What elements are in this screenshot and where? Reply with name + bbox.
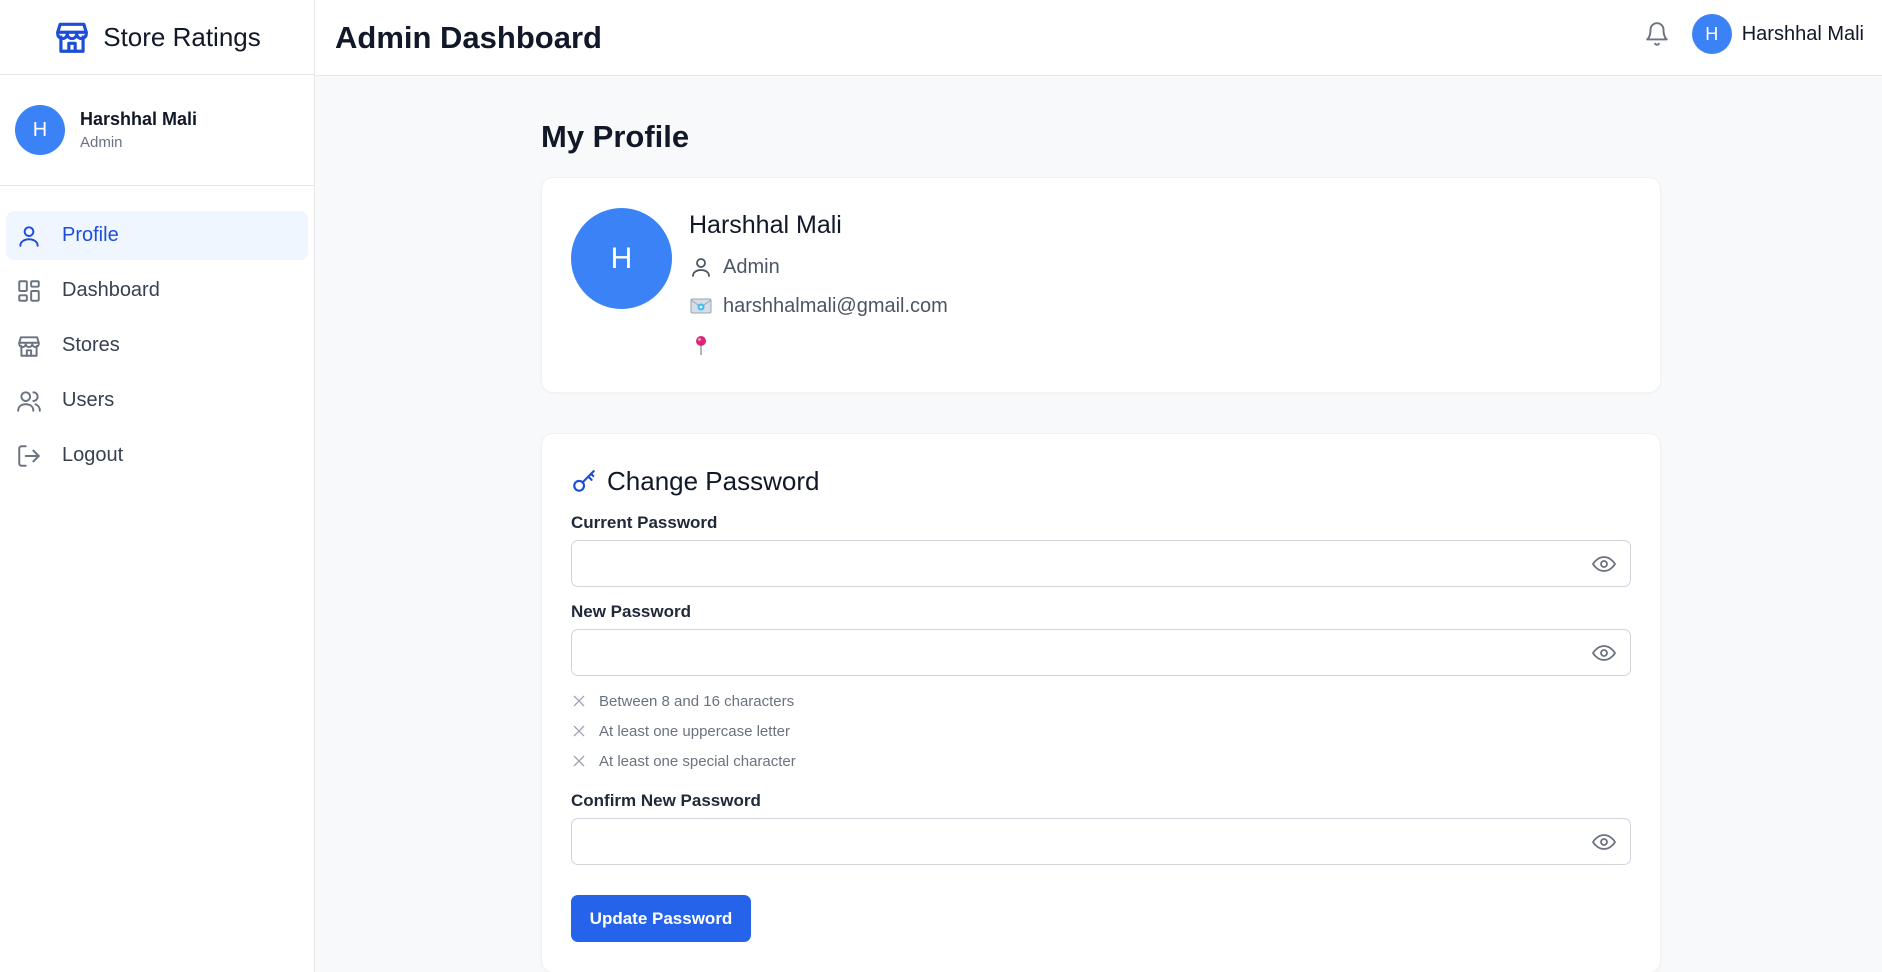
new-password-input[interactable] [572, 630, 1630, 675]
store-icon [56, 22, 89, 53]
sidebar-item-label: Stores [62, 334, 120, 356]
current-password-field [571, 540, 1631, 587]
profile-email: harshhalmali@gmail.com [723, 294, 948, 317]
x-icon [573, 695, 585, 707]
sidebar: Store Ratings H Harshhal Mali Admin Prof… [0, 0, 315, 972]
profile-role: Admin [723, 255, 780, 278]
bell-icon[interactable] [1644, 21, 1670, 47]
logout-icon [18, 444, 40, 467]
eye-icon[interactable] [1592, 830, 1616, 854]
change-password-title: Change Password [607, 466, 820, 496]
requirement-text: At least one uppercase letter [599, 722, 790, 740]
header-actions: H Harshhal Mali [1644, 14, 1864, 54]
sidebar-item-dashboard[interactable]: Dashboard [6, 266, 308, 315]
page-title: My Profile [541, 119, 690, 154]
password-requirements: Between 8 and 16 characters At least one… [571, 686, 1631, 776]
change-password-card: Change Password Current Password New Pas… [541, 433, 1661, 972]
sidebar-item-profile[interactable]: Profile [6, 211, 308, 260]
confirm-password-label: Confirm New Password [571, 791, 761, 810]
current-password-label: Current Password [571, 513, 718, 532]
current-password-input[interactable] [572, 541, 1630, 586]
sidebar-item-label: Logout [62, 444, 124, 466]
sidebar-user-role: Admin [80, 134, 123, 151]
header-user-name: Harshhal Mali [1741, 22, 1864, 45]
header-title: Admin Dashboard [335, 19, 602, 55]
sidebar-item-label: Dashboard [62, 279, 160, 301]
requirement-item: At least one uppercase letter [571, 716, 1631, 746]
change-password-heading: Change Password [571, 466, 1631, 497]
sidebar-user-name: Harshhal Mali [80, 109, 198, 129]
update-password-button[interactable]: Update Password [571, 895, 751, 942]
header-user-menu[interactable]: H Harshhal Mali [1691, 14, 1864, 54]
avatar: H [1691, 14, 1732, 54]
dashboard-icon [18, 279, 40, 302]
confirm-password-input[interactable] [572, 819, 1630, 864]
user-icon [19, 225, 39, 247]
sidebar-user: H Harshhal Mali Admin [0, 75, 314, 186]
store-icon [18, 335, 40, 357]
requirement-item: Between 8 and 16 characters [571, 686, 1631, 716]
profile-card: H Harshhal Mali Admin harshhalmali@gmail… [541, 177, 1661, 393]
sidebar-item-users[interactable]: Users [6, 376, 308, 425]
users-icon [17, 390, 41, 412]
email-icon [690, 298, 712, 314]
sidebar-item-label: Profile [62, 224, 119, 246]
requirement-text: Between 8 and 16 characters [599, 692, 795, 710]
eye-icon[interactable] [1592, 552, 1616, 576]
new-password-field [571, 629, 1631, 676]
profile-address-row [689, 333, 948, 357]
main-content: My Profile H Harshhal Mali Admin harshha… [541, 76, 1661, 972]
avatar: H [15, 105, 65, 155]
sidebar-item-label: Users [62, 389, 115, 411]
profile-avatar: H [571, 208, 672, 309]
pin-icon [696, 336, 706, 355]
new-password-label: New Password [571, 602, 691, 621]
confirm-password-field [571, 818, 1631, 865]
x-icon [573, 755, 585, 767]
sidebar-item-stores[interactable]: Stores [6, 321, 308, 370]
key-icon [573, 469, 595, 492]
eye-icon[interactable] [1592, 641, 1616, 665]
brand[interactable]: Store Ratings [0, 0, 314, 75]
requirement-item: At least one special character [571, 746, 1631, 776]
profile-role-row: Admin [689, 255, 948, 279]
top-header: Admin Dashboard H Harshhal Mali [315, 0, 1882, 76]
profile-name: Harshhal Mali [689, 211, 842, 239]
brand-name: Store Ratings [103, 21, 261, 52]
profile-email-row: harshhalmali@gmail.com [689, 294, 948, 318]
user-icon [692, 258, 710, 277]
x-icon [573, 725, 585, 737]
sidebar-nav: Profile Dashboard Stores Users Logout [0, 186, 314, 480]
sidebar-item-logout[interactable]: Logout [6, 431, 308, 480]
requirement-text: At least one special character [599, 752, 796, 770]
